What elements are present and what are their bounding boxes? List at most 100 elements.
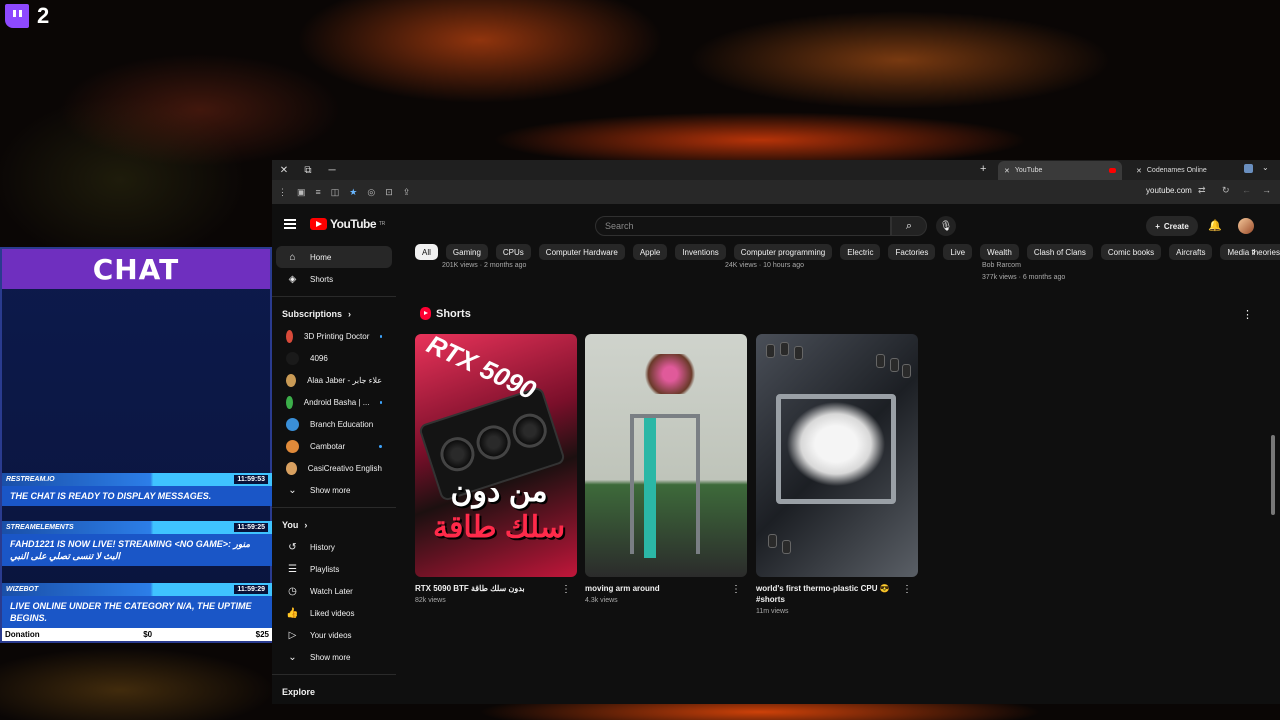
short-thumbnail[interactable] — [585, 334, 747, 577]
chevron-right-icon[interactable]: › — [1252, 246, 1256, 258]
short-thumbnail[interactable]: RTX 5090 من دون سلك طاقة — [415, 334, 577, 577]
new-tab-button[interactable]: + — [980, 163, 986, 175]
translate-icon[interactable]: ⇄ — [1198, 185, 1206, 196]
you-header[interactable]: You › — [272, 514, 396, 536]
subscription-item[interactable]: Branch Education — [276, 413, 392, 435]
tab-codenames[interactable]: ✕ Codenames Online — [1130, 161, 1240, 180]
youtube-header: YouTube TR Search ⌕ 🎙 + Create 🔔 — [272, 204, 1280, 246]
reload-icon[interactable]: ↻ — [1222, 185, 1230, 196]
tab-list-icon[interactable]: ⌄ — [1262, 163, 1269, 172]
sidebar-item-history[interactable]: ↺ History — [276, 536, 392, 558]
channel-avatar — [286, 329, 294, 343]
twitch-icon — [5, 4, 29, 28]
video-meta: 24K views · 10 hours ago — [725, 262, 804, 269]
chip-all[interactable]: All — [415, 244, 438, 260]
minimize-window-icon[interactable]: ─ — [320, 165, 344, 176]
scrollbar[interactable] — [1271, 435, 1275, 515]
forward-icon[interactable]: → — [1262, 185, 1271, 195]
chip-comic-books[interactable]: Comic books — [1100, 244, 1162, 260]
short-title[interactable]: moving arm around — [585, 583, 747, 594]
more-options-icon[interactable]: ⋮ — [561, 584, 571, 595]
chip-apple[interactable]: Apple — [632, 244, 668, 260]
restore-window-icon[interactable]: ⧉ — [296, 165, 320, 176]
divider — [272, 674, 396, 675]
close-window-icon[interactable]: ✕ — [272, 165, 296, 176]
subscription-label: 4096 — [310, 353, 328, 363]
short-card[interactable]: moving arm around 4.3k views ⋮ — [585, 334, 747, 604]
filter-chips: All Gaming CPUs Computer Hardware Apple Inven… — [415, 244, 1280, 260]
subscription-item[interactable]: Android Basha | ... — [276, 391, 392, 413]
chip-computer-hardware[interactable]: Computer Hardware — [538, 244, 625, 260]
chat-message: WIZEBOT 11:59:29 LIVE ONLINE UNDER THE CA… — [2, 583, 272, 628]
chip-factories[interactable]: Factories — [888, 244, 936, 260]
hamburger-menu-icon[interactable] — [284, 219, 296, 229]
profile-icon[interactable] — [1244, 164, 1253, 173]
voice-search-button[interactable]: 🎙 — [936, 216, 956, 236]
more-options-icon[interactable]: ⋮ — [902, 584, 912, 595]
sidebar-item-watch-later[interactable]: ◷ Watch Later — [276, 580, 392, 602]
chip-live[interactable]: Live — [943, 244, 973, 260]
close-tab-icon[interactable]: ✕ — [1004, 167, 1010, 175]
robot-arm-image — [630, 414, 700, 558]
notifications-bell-icon[interactable]: 🔔 — [1208, 219, 1222, 232]
chip-wealth[interactable]: Wealth — [980, 244, 1019, 260]
shorts-shelf-title: Shorts — [420, 307, 471, 320]
close-tab-icon[interactable]: ✕ — [1136, 167, 1142, 175]
chip-gaming[interactable]: Gaming — [445, 244, 488, 260]
chip-computer-programming[interactable]: Computer programming — [733, 244, 833, 260]
channel-avatar — [286, 461, 297, 475]
chip-clash-of-clans[interactable]: Clash of Clans — [1026, 244, 1093, 260]
search-button[interactable]: ⌕ — [891, 216, 927, 236]
address-bar[interactable]: youtube.com — [1146, 186, 1192, 195]
chip-inventions[interactable]: Inventions — [675, 244, 726, 260]
tab-label: Codenames Online — [1146, 167, 1207, 174]
extension-icon[interactable]: ▣ — [297, 187, 306, 198]
search-input[interactable]: Search — [595, 216, 891, 236]
subscription-label: 3D Printing Doctor — [304, 331, 370, 341]
subscription-item[interactable]: 4096 — [276, 347, 392, 369]
subscription-item[interactable]: CasiCreativo English — [276, 457, 392, 479]
youtube-logo[interactable]: YouTube TR — [310, 217, 385, 231]
screenshot-icon[interactable]: ⊡ — [385, 187, 393, 198]
sidebar-item-home[interactable]: ⌂ Home — [276, 246, 392, 268]
account-avatar[interactable] — [1238, 218, 1254, 234]
more-options-icon[interactable]: ⋮ — [1242, 308, 1253, 321]
chip-cpus[interactable]: CPUs — [495, 244, 531, 260]
video-meta: 377k views · 6 months ago — [982, 274, 1066, 281]
create-button[interactable]: + Create — [1146, 216, 1198, 236]
subscription-item[interactable]: Cambotar — [276, 435, 392, 457]
new-content-dot — [379, 444, 382, 448]
chip-aircrafts[interactable]: Aircrafts — [1169, 244, 1213, 260]
show-more-you[interactable]: ⌄ Show more — [276, 646, 392, 668]
sidebar-item-shorts[interactable]: ◈ Shorts — [276, 268, 392, 290]
hide-icon[interactable]: ◎ — [367, 187, 375, 198]
subscription-label: Cambotar — [310, 441, 346, 451]
sidebar-toggle-icon[interactable]: ◫ — [331, 187, 340, 198]
chip-media-theories[interactable]: Media theories — [1220, 244, 1280, 260]
bookmark-star-icon[interactable]: ★ — [349, 187, 357, 198]
viewer-count: 2 — [37, 3, 50, 28]
sidebar-item-liked-videos[interactable]: 👍 Liked videos — [276, 602, 392, 624]
chip-electric[interactable]: Electric — [840, 244, 881, 260]
previous-row-meta: 201K views · 2 months ago 24K views · 10… — [415, 262, 1255, 281]
tab-youtube[interactable]: ✕ YouTube — [998, 161, 1122, 180]
show-more-subscriptions[interactable]: ⌄ Show more — [276, 479, 392, 501]
short-thumbnail[interactable] — [756, 334, 918, 577]
short-title[interactable]: world's first thermo-plastic CPU 😎 #shor… — [756, 583, 918, 605]
subscriptions-header[interactable]: Subscriptions › — [272, 303, 396, 325]
explore-header: Explore — [282, 687, 316, 697]
donation-bar: Donation $0 $25 — [2, 628, 272, 641]
menu-dots-icon[interactable]: ⋮ — [278, 187, 287, 198]
back-icon[interactable]: ← — [1242, 185, 1251, 195]
short-card[interactable]: world's first thermo-plastic CPU 😎 #shor… — [756, 334, 918, 615]
share-icon[interactable]: ⇪ — [403, 187, 411, 198]
short-card[interactable]: RTX 5090 من دون سلك طاقة RTX 5090 BTF بدو… — [415, 334, 577, 604]
sidebar-item-playlists[interactable]: ☰ Playlists — [276, 558, 392, 580]
reader-icon[interactable]: ≡ — [316, 187, 321, 197]
subscription-item[interactable]: Alaa Jaber - علاء جابر — [276, 369, 392, 391]
twitch-viewer-counter: 2 — [5, 3, 49, 29]
short-title[interactable]: RTX 5090 BTF بدون سلك طاقة — [415, 583, 577, 594]
more-options-icon[interactable]: ⋮ — [731, 584, 741, 595]
subscription-item[interactable]: 3D Printing Doctor — [276, 325, 392, 347]
sidebar-item-your-videos[interactable]: ▷ Your videos — [276, 624, 392, 646]
